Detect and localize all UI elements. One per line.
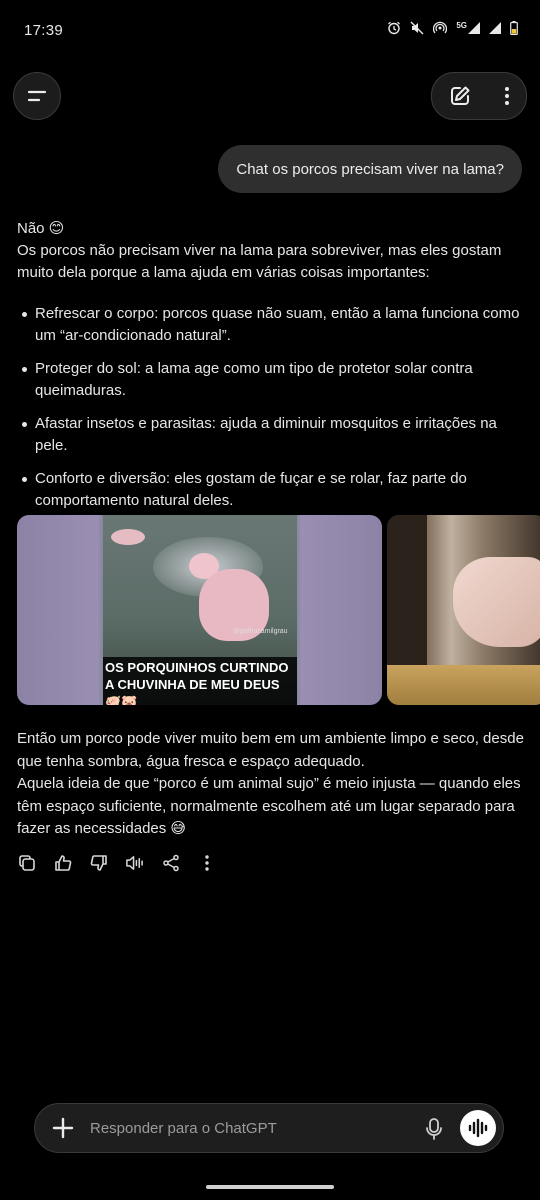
- answer-intro-line: Não 😊: [17, 220, 65, 237]
- list-item: Afastar insetos e parasitas: ajuda a dim…: [17, 413, 525, 457]
- share-icon: [162, 854, 179, 872]
- top-actions: [431, 72, 527, 120]
- add-attachment-button[interactable]: [51, 1116, 75, 1140]
- message-input[interactable]: Responder para o ChatGPT: [90, 1120, 277, 1137]
- mute-icon: [410, 21, 424, 35]
- like-button[interactable]: [53, 853, 72, 873]
- message-actions: [17, 853, 216, 873]
- dictate-button[interactable]: [425, 1117, 443, 1146]
- more-options-button[interactable]: [504, 86, 510, 106]
- image-carousel[interactable]: @palhocamilgrau OS PORQUINHOS CURTINDO A…: [17, 515, 540, 705]
- voice-waveform-icon: [468, 1118, 488, 1138]
- more-vertical-icon: [204, 855, 209, 871]
- plus-icon: [52, 1117, 74, 1139]
- status-icons: 5G: [387, 21, 518, 35]
- pig-shape: [111, 529, 145, 545]
- new-chat-button[interactable]: [449, 85, 471, 107]
- speaker-icon: [126, 856, 143, 870]
- signal-icon: [468, 22, 480, 34]
- thumbs-down-icon: [90, 855, 107, 871]
- status-time: 17:39: [24, 22, 64, 39]
- answer-bullet-list: Refrescar o corpo: porcos quase não suam…: [17, 303, 525, 512]
- copy-icon: [18, 855, 35, 871]
- hotspot-icon: [433, 21, 448, 34]
- user-message-bubble: Chat os porcos precisam viver na lama?: [218, 145, 522, 193]
- battery-icon: [510, 21, 518, 35]
- more-vertical-icon: [504, 87, 509, 105]
- network-type: 5G: [456, 21, 467, 30]
- closing-paragraph-1: Então um porco pode viver muito bem em u…: [17, 730, 524, 770]
- edit-icon: [450, 86, 469, 105]
- video-frame: @palhocamilgrau OS PORQUINHOS CURTINDO A…: [103, 515, 297, 705]
- closing-paragraph-2: Aquela ideia de que “porco é um animal s…: [17, 775, 521, 837]
- menu-button[interactable]: [13, 72, 61, 120]
- status-bar: 17:39 5G: [0, 0, 540, 62]
- video-caption: OS PORQUINHOS CURTINDO A CHUVINHA DE MEU…: [103, 657, 297, 705]
- answer-intro-paragraph: Os porcos não precisam viver na lama par…: [17, 242, 502, 281]
- list-item: Proteger do sol: a lama age como um tipo…: [17, 358, 525, 402]
- pig-photo[interactable]: [387, 515, 540, 705]
- read-aloud-button[interactable]: [125, 853, 144, 873]
- home-indicator[interactable]: [206, 1185, 334, 1189]
- menu-icon: [27, 90, 47, 102]
- pig-video-thumbnail[interactable]: @palhocamilgrau OS PORQUINHOS CURTINDO A…: [17, 515, 382, 705]
- share-button[interactable]: [161, 853, 180, 873]
- mic-icon: [426, 1118, 442, 1140]
- list-item: Refrescar o corpo: porcos quase não suam…: [17, 303, 525, 347]
- pig-head: [453, 557, 540, 647]
- copy-button[interactable]: [17, 853, 36, 873]
- list-item: Conforto e diversão: eles gostam de fuça…: [17, 468, 525, 512]
- straw: [387, 665, 540, 705]
- composer-bar: Responder para o ChatGPT: [34, 1103, 504, 1153]
- assistant-answer: Não 😊 Os porcos não precisam viver na la…: [17, 218, 525, 523]
- thumbs-up-icon: [54, 855, 71, 871]
- signal-icon-2: [489, 22, 501, 34]
- dislike-button[interactable]: [89, 853, 108, 873]
- video-tag: @palhocamilgrau: [233, 628, 288, 635]
- voice-mode-button[interactable]: [460, 1110, 496, 1146]
- alarm-icon: [388, 21, 401, 35]
- assistant-answer-closing: Então um porco pode viver muito bem em u…: [17, 728, 527, 841]
- more-actions-button[interactable]: [197, 853, 216, 873]
